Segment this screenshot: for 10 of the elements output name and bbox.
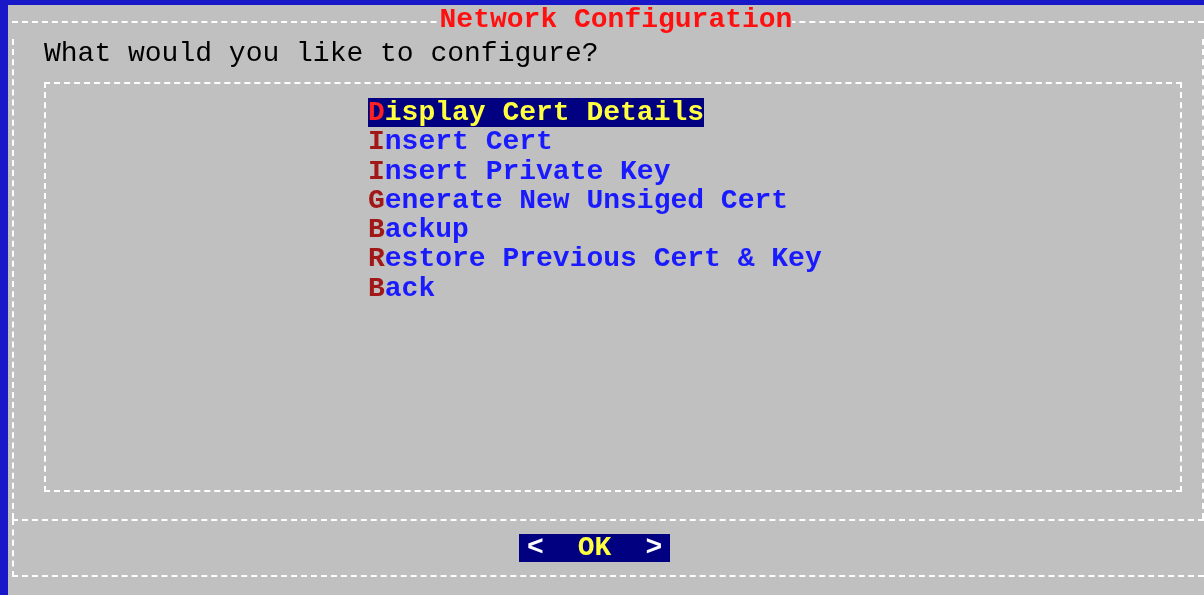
menu-item[interactable]: Generate New Unsiged Cert	[368, 185, 789, 216]
dialog-title: Network Configuration	[439, 5, 793, 35]
menu-item[interactable]: Insert Private Key	[368, 156, 671, 186]
menu-item[interactable]: Back	[368, 273, 436, 304]
menu-item[interactable]: Display Cert Details	[368, 98, 705, 128]
ok-button[interactable]: < OK >	[519, 534, 671, 562]
prompt-text: What would you like to configure?	[44, 39, 600, 68]
menu-item[interactable]: Backup	[368, 215, 469, 245]
menu-item[interactable]: Insert Cert	[368, 127, 553, 157]
menu-item[interactable]: Restore Previous Cert & Key	[368, 244, 822, 274]
